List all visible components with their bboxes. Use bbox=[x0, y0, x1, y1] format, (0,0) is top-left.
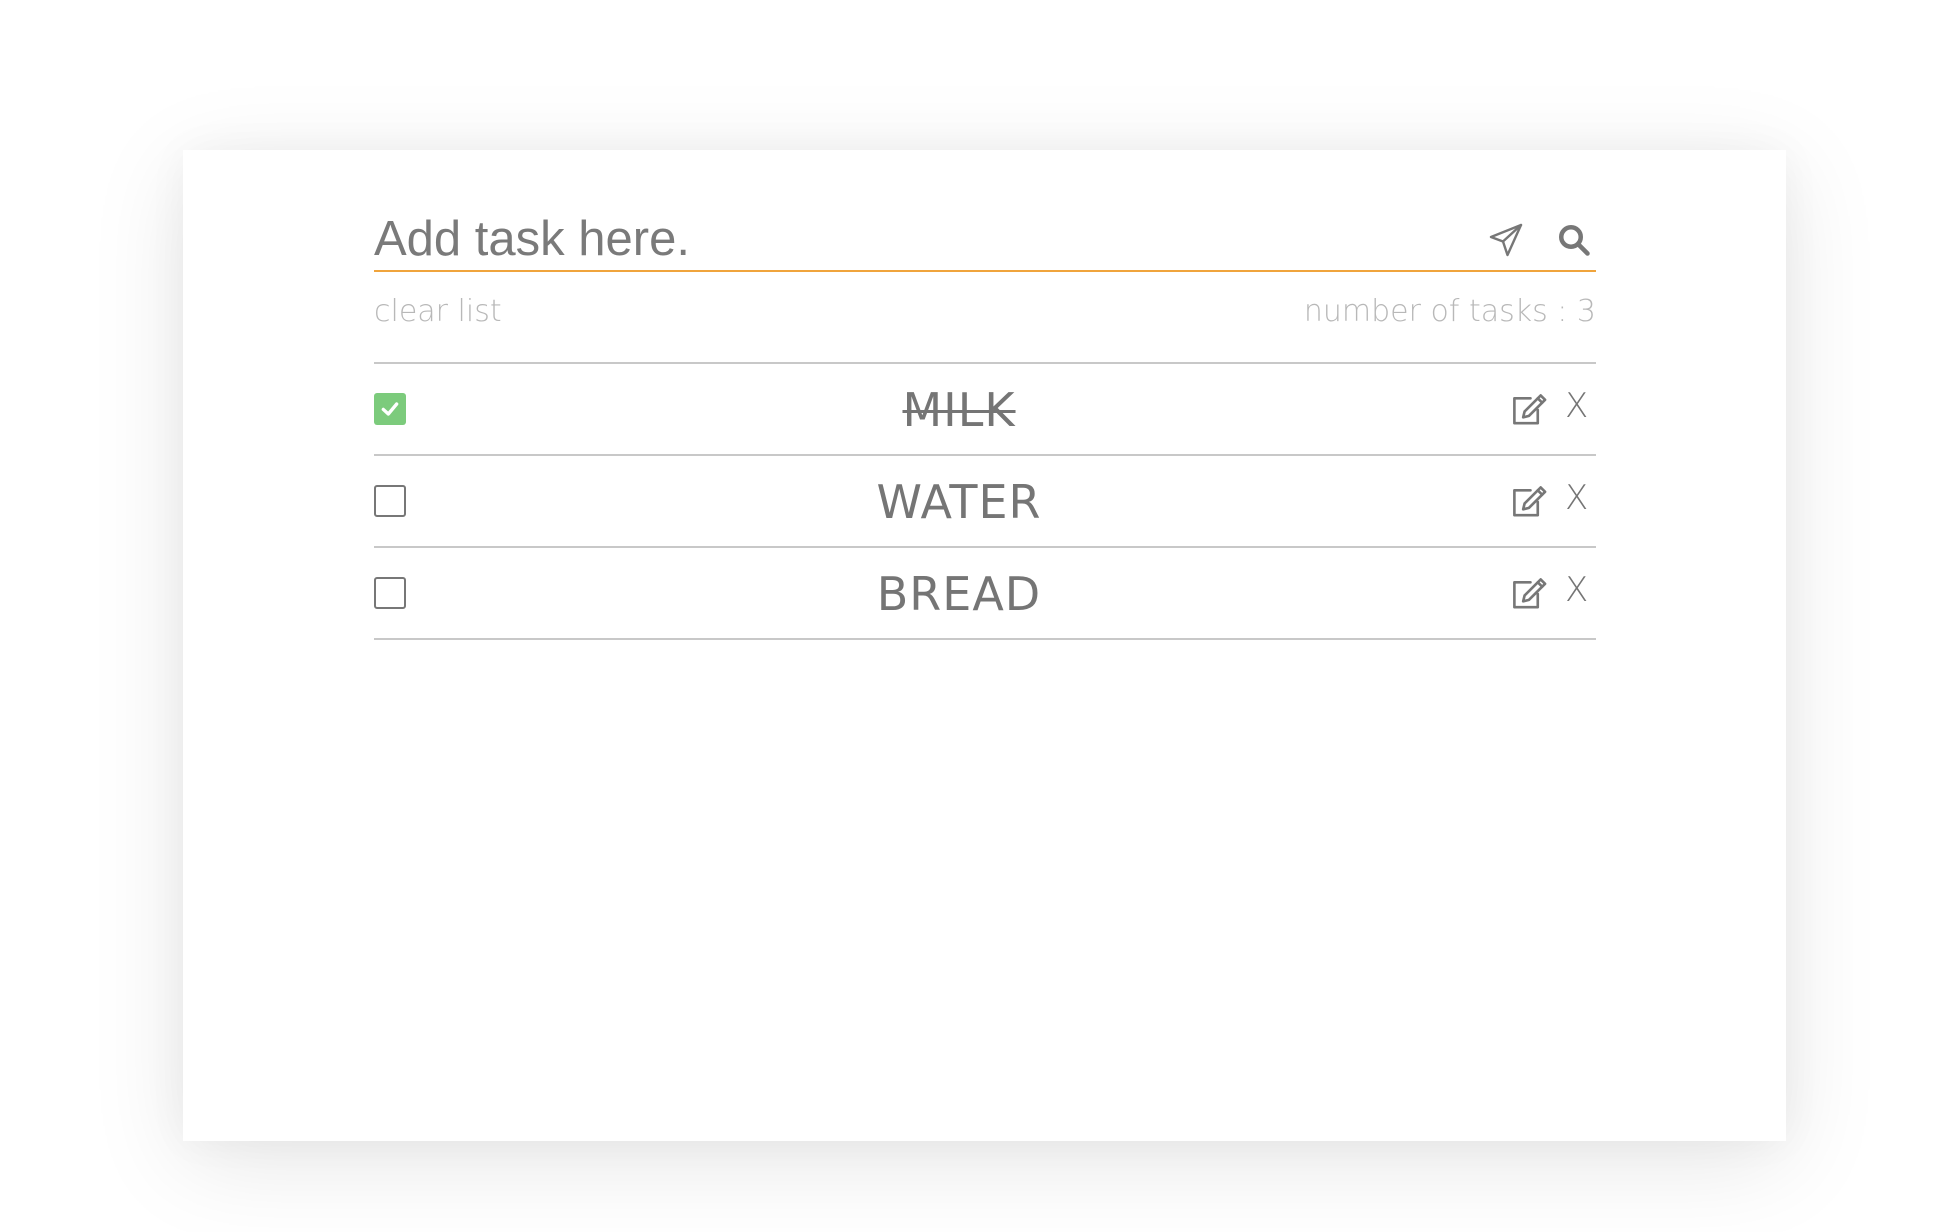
list-meta-row: clear list number of tasks : 3 bbox=[374, 294, 1596, 334]
task-text: BREAD bbox=[876, 567, 1042, 621]
edit-icon bbox=[1513, 578, 1547, 609]
search-button[interactable] bbox=[1552, 218, 1596, 262]
delete-task-button[interactable]: X bbox=[1565, 570, 1588, 610]
todo-card: clear list number of tasks : 3 MILK bbox=[183, 150, 1786, 1141]
search-icon bbox=[1559, 225, 1590, 256]
delete-task-button[interactable]: X bbox=[1565, 386, 1588, 426]
paper-plane-icon bbox=[1489, 223, 1523, 257]
task-list: MILK X WATER X BREAD X bbox=[374, 362, 1596, 640]
task-row: BREAD X bbox=[374, 548, 1596, 640]
add-task-button[interactable] bbox=[1484, 218, 1528, 262]
task-count: number of tasks : 3 bbox=[1303, 294, 1596, 329]
task-input[interactable] bbox=[374, 210, 1454, 268]
edit-icon bbox=[1513, 486, 1547, 517]
edit-task-button[interactable] bbox=[1510, 484, 1548, 520]
edit-task-button[interactable] bbox=[1510, 576, 1548, 612]
task-row: WATER X bbox=[374, 456, 1596, 548]
clear-list-link[interactable]: clear list bbox=[374, 294, 502, 329]
task-row: MILK X bbox=[374, 364, 1596, 456]
task-text: WATER bbox=[876, 475, 1042, 529]
delete-task-button[interactable]: X bbox=[1565, 478, 1588, 518]
task-text: MILK bbox=[902, 383, 1016, 437]
task-input-row bbox=[374, 210, 1596, 272]
edit-icon bbox=[1513, 394, 1547, 425]
edit-task-button[interactable] bbox=[1510, 392, 1548, 428]
